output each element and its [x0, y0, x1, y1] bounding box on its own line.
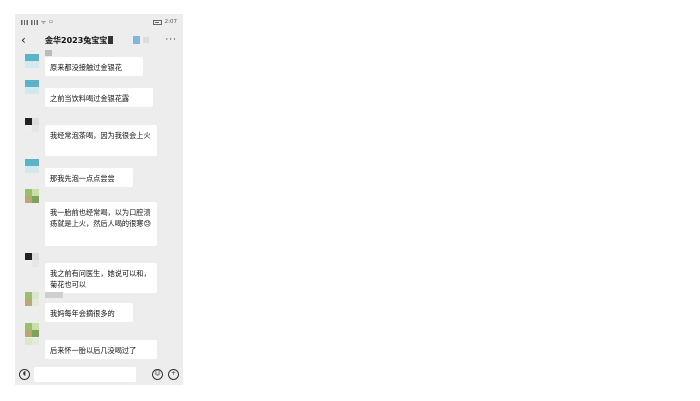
- input-bar: ◖ ☺ +: [15, 363, 183, 385]
- notification-icon: ▫: [49, 19, 53, 25]
- redacted-name: [45, 50, 52, 56]
- message-bubble[interactable]: 后来怀一胎以后几没喝过了: [45, 340, 157, 359]
- status-time: 2:07: [164, 19, 177, 25]
- emoji-icon[interactable]: ☺: [152, 368, 163, 380]
- avatar[interactable]: [25, 323, 39, 337]
- signal-icon: [21, 19, 28, 25]
- redacted-block: [108, 36, 114, 44]
- status-bar: ᯤ ▫ 2:07: [15, 14, 183, 30]
- message-bubble[interactable]: 我妈每年会摘很多的: [45, 303, 133, 322]
- message-bubble[interactable]: 我经常泡茶喝，因为我很会上火: [45, 125, 157, 156]
- message-bubble[interactable]: 那我先泡一点点尝尝: [45, 168, 133, 187]
- avatar[interactable]: [25, 54, 39, 68]
- redacted-block: [133, 36, 141, 44]
- voice-icon[interactable]: ◖: [19, 368, 30, 380]
- message-bubble[interactable]: 我一胎前也经常喝，以为口腔溃疡就是上火，然后人喝的很寒😓: [45, 202, 157, 246]
- avatar[interactable]: [25, 189, 39, 203]
- avatar-partial: [25, 338, 39, 348]
- plus-icon[interactable]: +: [168, 368, 179, 380]
- more-dots-icon[interactable]: ···: [165, 35, 177, 45]
- avatar[interactable]: [25, 253, 39, 267]
- avatar[interactable]: [25, 159, 39, 173]
- signal-icon-2: [31, 19, 38, 25]
- chat-screen: ᯤ ▫ 2:07 ‹ 金华2023兔宝宝 ··· 原来都没接触过金银花 之前当饮…: [15, 14, 183, 385]
- message-bubble[interactable]: 我之前有问医生，她说可以和，菊花也可以: [45, 263, 157, 293]
- redacted-name: [45, 292, 63, 298]
- redacted-block: [143, 37, 150, 43]
- wifi-icon: ᯤ: [41, 20, 47, 26]
- title-bar: ‹ 金华2023兔宝宝 ···: [15, 30, 183, 50]
- message-bubble[interactable]: 原来都没接触过金银花: [45, 57, 143, 76]
- message-bubble[interactable]: 之前当饮料喝过金银花露: [45, 88, 153, 107]
- avatar[interactable]: [25, 292, 39, 306]
- avatar[interactable]: [25, 80, 39, 94]
- chevron-left-icon[interactable]: ‹: [21, 34, 35, 46]
- avatar[interactable]: [25, 118, 39, 132]
- message-input[interactable]: [34, 366, 136, 382]
- battery-icon: [152, 19, 162, 25]
- chat-title: 金华2023兔宝宝: [45, 35, 108, 45]
